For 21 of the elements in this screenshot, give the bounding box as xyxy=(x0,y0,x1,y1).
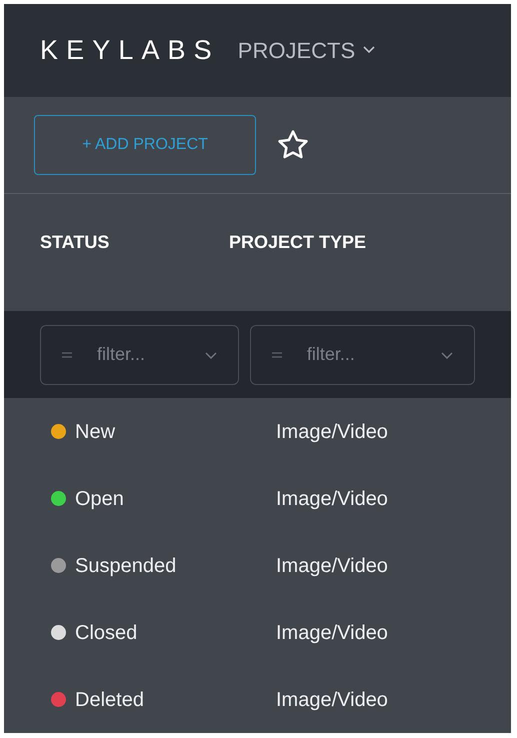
project-type-cell-text: Image/Video xyxy=(276,486,388,512)
filter-field[interactable]: filter... xyxy=(40,324,239,385)
equals-icon xyxy=(272,352,282,358)
column-header[interactable]: STATUS xyxy=(40,232,110,252)
status-text: Suspended xyxy=(75,554,176,578)
projects-menu[interactable]: PROJECTS xyxy=(238,34,376,67)
status-text: Open xyxy=(75,486,124,512)
project-type-cell-text: Image/Video xyxy=(276,620,388,646)
status-text: Deleted xyxy=(75,688,144,712)
logo: KEYLABS xyxy=(40,34,220,67)
equals-icon xyxy=(62,352,72,358)
status-text: Closed xyxy=(75,620,138,646)
status-text: New xyxy=(75,420,116,444)
filter-field[interactable]: filter... xyxy=(250,324,475,385)
chevron-down-icon xyxy=(204,352,217,359)
project-type-cell-text: Image/Video xyxy=(276,420,388,444)
column-header[interactable]: PROJECT TYPE xyxy=(229,232,366,252)
project-type-cell-text: Image/Video xyxy=(276,688,388,712)
project-type-cell-text: Image/Video xyxy=(276,554,388,578)
chevron-down-icon xyxy=(363,46,376,54)
chevron-down-icon xyxy=(441,352,453,359)
